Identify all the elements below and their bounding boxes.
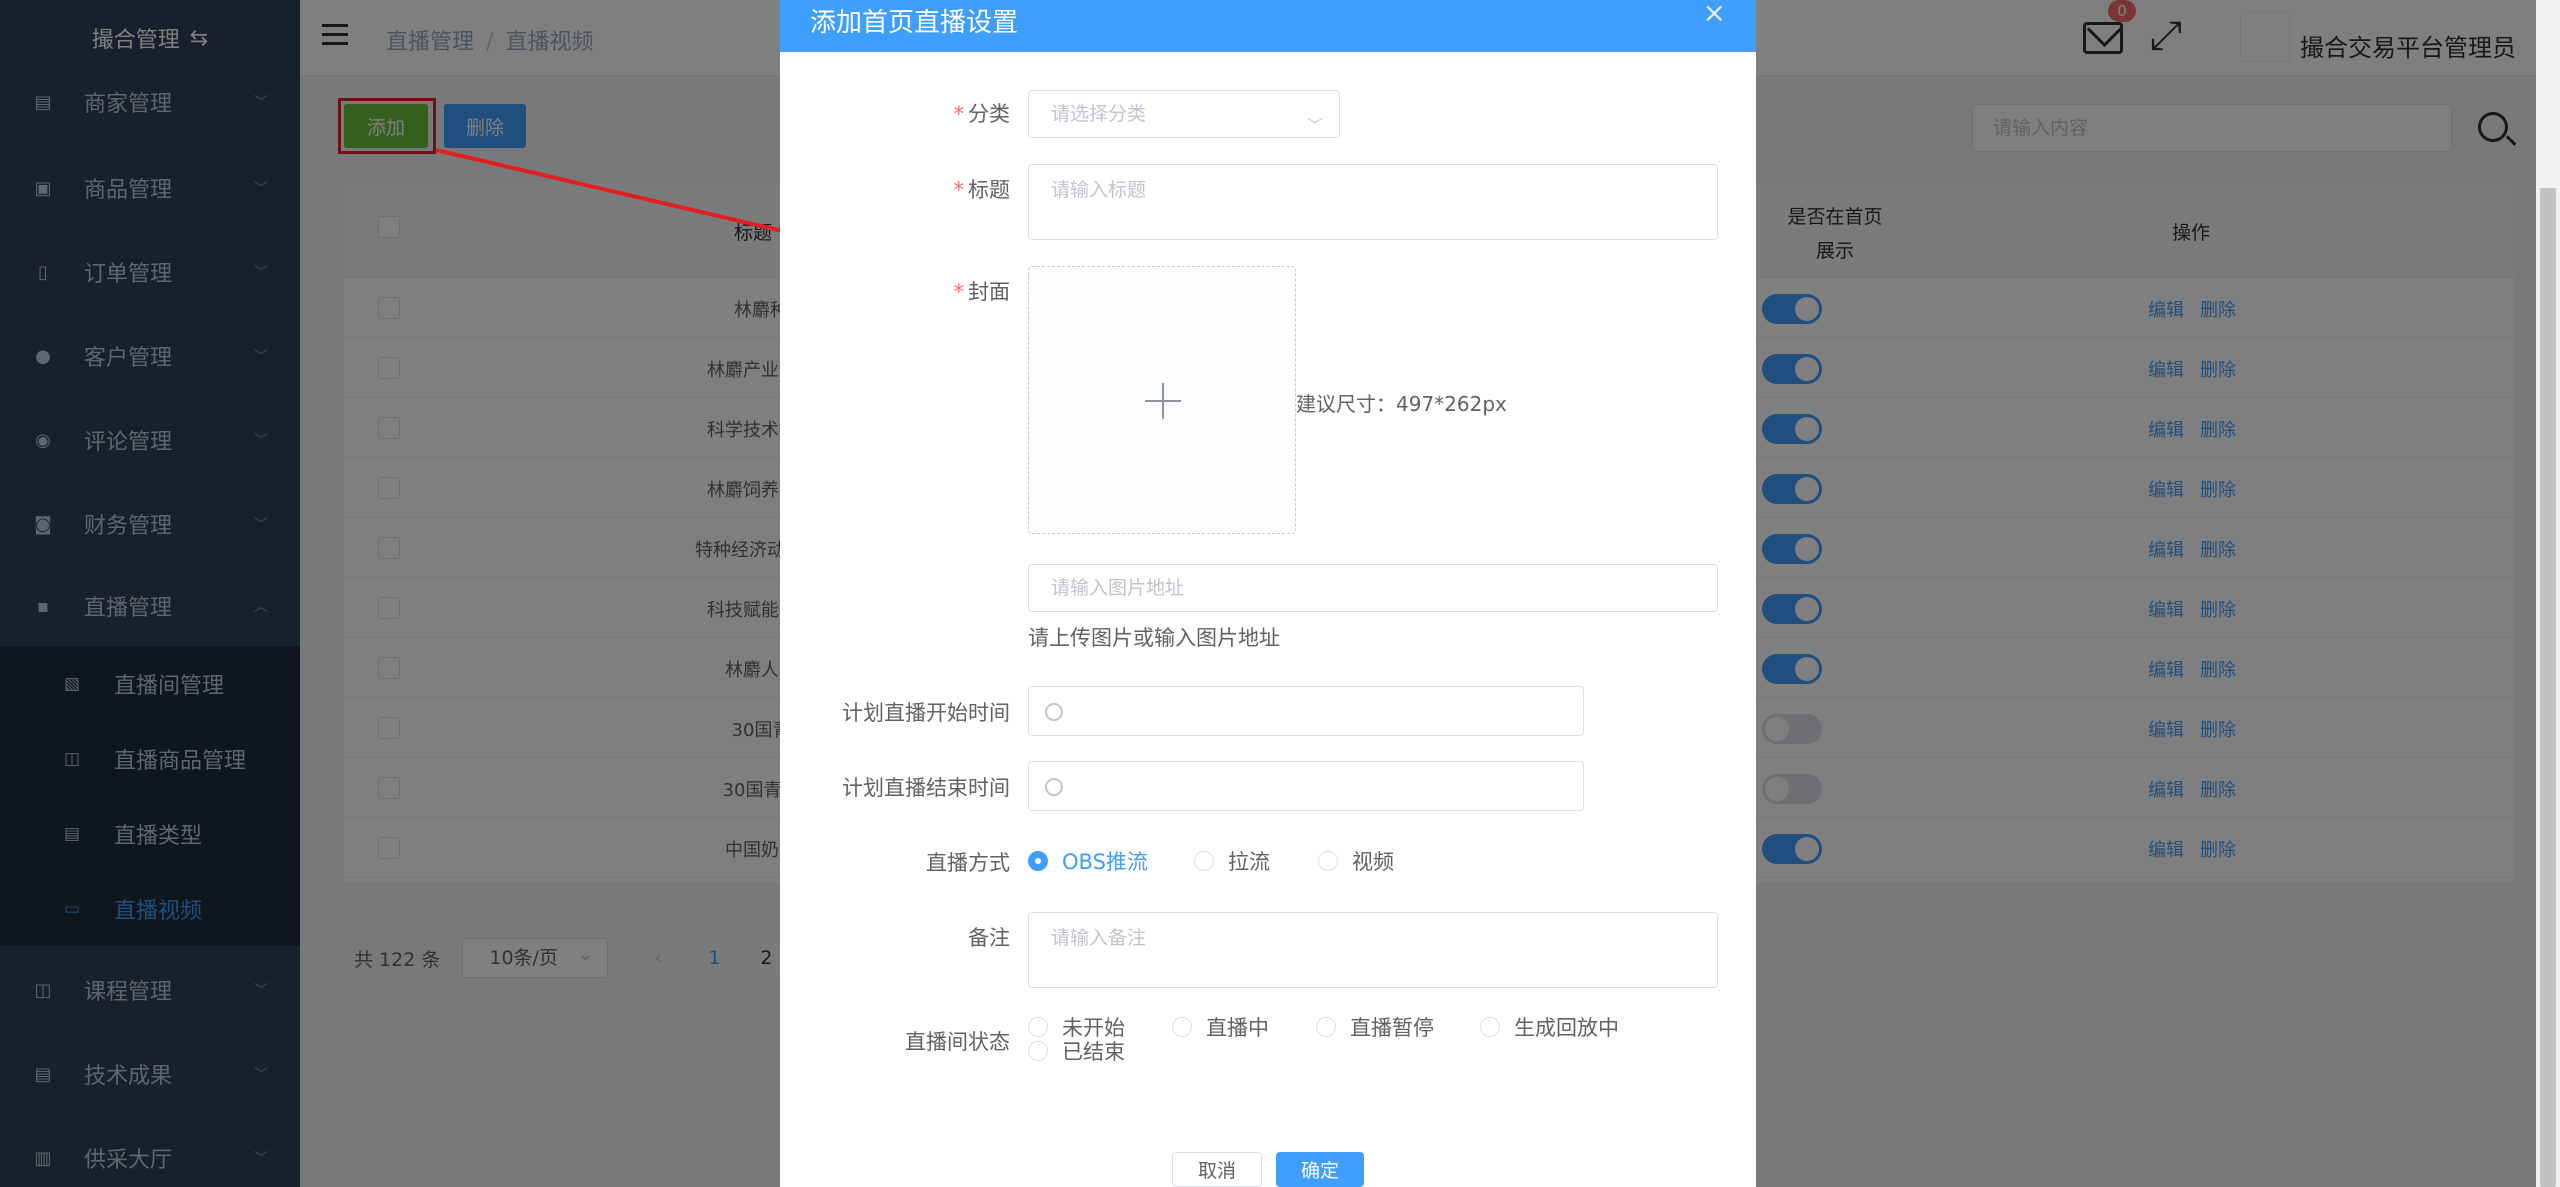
cover-size-hint: 建议尺寸：497*262px <box>1296 392 1507 416</box>
radio-obs[interactable]: OBS推流 <box>1028 846 1148 876</box>
start-time-picker[interactable] <box>1028 686 1584 736</box>
end-time-label: 计划直播结束时间 <box>842 776 1010 800</box>
radio-pull[interactable]: 拉流 <box>1194 846 1270 876</box>
radio-ended[interactable]: 已结束 <box>1028 1036 1125 1066</box>
category-placeholder: 请选择分类 <box>1051 103 1147 125</box>
clock-icon <box>1045 778 1063 796</box>
category-label: * 分类 <box>953 102 1011 126</box>
image-url-input[interactable]: 请输入图片地址 <box>1028 564 1718 612</box>
image-hint: 请上传图片或输入图片地址 <box>1028 626 1280 650</box>
add-live-dialog: 添加首页直播设置 × * 分类 请选择分类 ﹀ * 标题 请输入标题 * 封面 建议尺… <box>780 0 1756 1187</box>
scrollbar[interactable] <box>2536 0 2560 1187</box>
cover-upload[interactable] <box>1028 266 1296 534</box>
chevron-down-icon: ﹀ <box>1306 116 1323 135</box>
confirm-button[interactable]: 确定 <box>1276 1152 1364 1187</box>
radio-live[interactable]: 直播中 <box>1172 1012 1269 1042</box>
cancel-button[interactable]: 取消 <box>1172 1152 1262 1187</box>
remark-placeholder: 请输入备注 <box>1051 927 1147 949</box>
dialog-title: 添加首页直播设置 <box>810 8 1019 38</box>
status-label: 直播间状态 <box>905 1030 1010 1054</box>
title-label: * 标题 <box>953 178 1011 202</box>
remark-textarea[interactable]: 请输入备注 <box>1028 912 1718 988</box>
category-select[interactable]: 请选择分类 ﹀ <box>1028 90 1340 138</box>
start-time-label: 计划直播开始时间 <box>842 701 1010 725</box>
radio-paused[interactable]: 直播暂停 <box>1316 1012 1434 1042</box>
radio-video[interactable]: 视频 <box>1318 846 1394 876</box>
remark-label: 备注 <box>968 926 1010 950</box>
scrollbar-thumb[interactable] <box>2540 188 2556 1187</box>
cover-label: * 封面 <box>953 280 1011 304</box>
title-textarea[interactable]: 请输入标题 <box>1028 164 1718 240</box>
title-placeholder: 请输入标题 <box>1051 179 1147 201</box>
live-mode-label: 直播方式 <box>926 851 1010 875</box>
dialog-header: 添加首页直播设置 × <box>780 0 1756 52</box>
end-time-picker[interactable] <box>1028 761 1584 811</box>
close-icon[interactable]: × <box>1703 0 1726 29</box>
clock-icon <box>1045 703 1063 721</box>
radio-replay[interactable]: 生成回放中 <box>1480 1012 1619 1042</box>
image-url-placeholder: 请输入图片地址 <box>1051 577 1185 599</box>
